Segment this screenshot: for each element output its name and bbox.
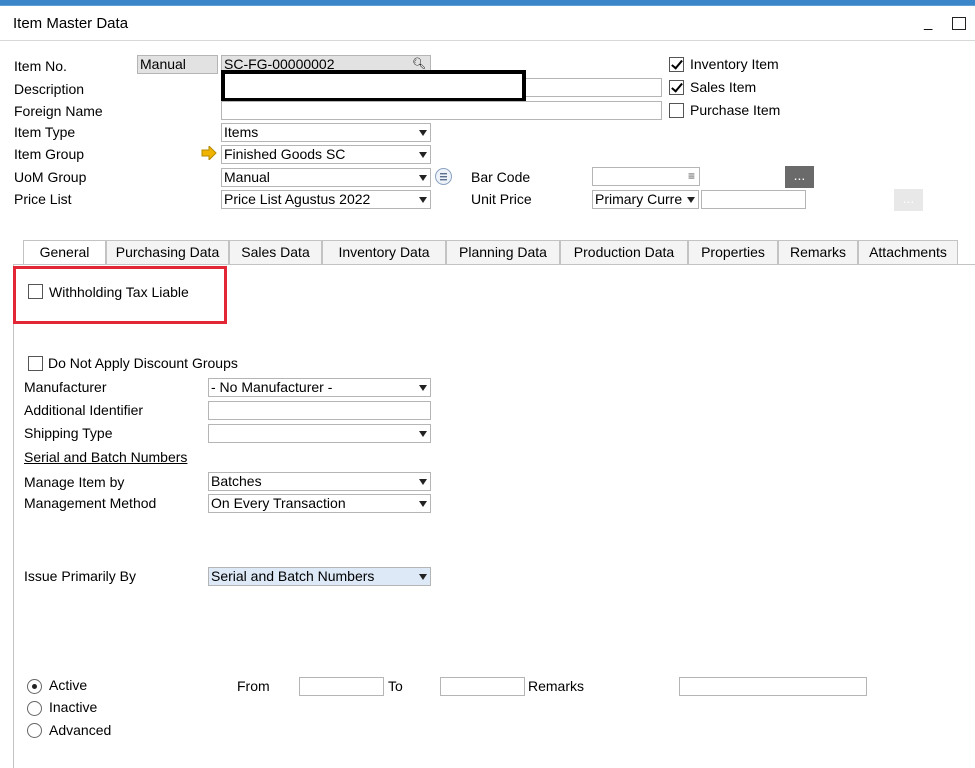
unit-price-label: Unit Price [471, 191, 532, 207]
minimize-icon[interactable]: _ [924, 14, 932, 31]
uom-details-icon[interactable] [435, 168, 452, 185]
unit-price-field[interactable] [701, 190, 806, 209]
list-icon[interactable]: ≡ [688, 168, 695, 185]
tab-attachments[interactable]: Attachments [858, 240, 958, 265]
item-group-value: Finished Goods SC [224, 146, 346, 162]
tab-production-data[interactable]: Production Data [560, 240, 688, 265]
redaction-box [221, 70, 526, 102]
chevron-down-icon [419, 197, 427, 203]
item-group-label: Item Group [14, 146, 85, 162]
management-method-label: Management Method [24, 495, 157, 511]
inventory-item-text: Inventory Item [690, 56, 779, 72]
management-method-select[interactable]: On Every Transaction [208, 494, 431, 513]
unit-price-more-button[interactable]: ... [894, 189, 923, 211]
from-date-field[interactable] [299, 677, 384, 696]
chevron-down-icon [419, 479, 427, 485]
chevron-down-icon [419, 130, 427, 136]
manage-item-by-select[interactable]: Batches [208, 472, 431, 491]
management-method-value: On Every Transaction [211, 495, 346, 511]
issue-primarily-by-select[interactable]: Serial and Batch Numbers [208, 567, 431, 586]
manage-item-by-label: Manage Item by [24, 474, 125, 490]
sales-item-label: Sales Item [690, 79, 756, 95]
currency-select[interactable]: Primary Curre [592, 190, 699, 209]
bar-code-label: Bar Code [471, 169, 531, 185]
link-arrow-icon[interactable] [201, 144, 217, 162]
status-active-radio[interactable] [27, 679, 42, 694]
title-bar [0, 6, 975, 40]
bar-code-field[interactable]: ≡ [592, 167, 700, 186]
remarks-field[interactable] [679, 677, 867, 696]
tab-remarks[interactable]: Remarks [778, 240, 858, 265]
uom-group-value: Manual [224, 169, 270, 185]
from-label: From [237, 678, 270, 694]
price-list-value: Price List Agustus 2022 [224, 191, 371, 207]
remarks-label: Remarks [528, 678, 585, 694]
do-not-apply-discount-checkbox[interactable] [28, 356, 43, 371]
do-not-apply-discount-label: Do Not Apply Discount Groups [48, 355, 238, 371]
chevron-down-icon [419, 385, 427, 391]
title-divider [0, 40, 975, 41]
shipping-type-label: Shipping Type [24, 425, 113, 441]
item-type-value: Items [224, 124, 259, 140]
sales-item-text: Sales Item [690, 79, 757, 95]
item-type-select[interactable]: Items [221, 123, 431, 142]
tab-properties[interactable]: Properties [688, 240, 778, 265]
foreign-name-field[interactable] [221, 101, 662, 120]
tab-sales-data[interactable]: Sales Data [229, 240, 322, 265]
chevron-down-icon [419, 175, 427, 181]
currency-value: Primary Curre [595, 191, 683, 207]
purchase-item-text: Purchase Item [690, 102, 781, 118]
manufacturer-select[interactable]: - No Manufacturer - [208, 378, 431, 397]
manufacturer-label: Manufacturer [24, 379, 107, 395]
issue-primarily-by-value: Serial and Batch Numbers [211, 568, 375, 584]
chevron-down-icon [687, 197, 695, 203]
tab-purchasing-data[interactable]: Purchasing Data [106, 240, 229, 265]
uom-group-select[interactable]: Manual [221, 168, 431, 187]
to-label: To [388, 678, 403, 694]
window-title: Item Master Data [13, 15, 129, 32]
chevron-down-icon [419, 152, 427, 158]
manufacturer-value: - No Manufacturer - [211, 379, 333, 395]
to-date-field[interactable] [440, 677, 525, 696]
status-inactive-radio[interactable] [27, 701, 42, 716]
purchase-item-checkbox[interactable] [669, 103, 684, 118]
status-inactive-label: Inactive [49, 699, 98, 715]
highlight-box [13, 266, 227, 324]
item-type-label: Item Type [14, 124, 76, 140]
bar-code-more-button[interactable]: ... [785, 166, 814, 188]
numbering-series-select[interactable]: Manual [137, 55, 218, 74]
chevron-down-icon [419, 501, 427, 507]
additional-identifier-field[interactable] [208, 401, 431, 420]
status-active-label: Active [49, 677, 88, 693]
item-no-label: Item No. [14, 58, 67, 74]
price-list-label: Price List [14, 191, 72, 207]
manage-item-by-value: Batches [211, 473, 262, 489]
purchase-item-label: Purchase Item [690, 102, 780, 118]
uom-group-label: UoM Group [14, 169, 87, 185]
maximize-icon[interactable] [952, 17, 966, 30]
chevron-down-icon [419, 431, 427, 437]
inventory-item-label: Inventory Item [690, 56, 779, 72]
issue-primarily-by-label: Issue Primarily By [24, 568, 137, 584]
serial-batch-heading: Serial and Batch Numbers [24, 449, 188, 465]
item-group-select[interactable]: Finished Goods SC [221, 145, 431, 164]
sales-item-checkbox[interactable] [669, 80, 684, 95]
tab-inventory-data[interactable]: Inventory Data [322, 240, 446, 265]
tab-planning-data[interactable]: Planning Data [446, 240, 560, 265]
shipping-type-select[interactable] [208, 424, 431, 443]
price-list-select[interactable]: Price List Agustus 2022 [221, 190, 431, 209]
tab-bar: General Purchasing Data Sales Data Inven… [23, 240, 958, 265]
chevron-down-icon [419, 574, 427, 580]
foreign-name-label: Foreign Name [14, 103, 103, 119]
inventory-item-checkbox[interactable] [669, 57, 684, 72]
status-advanced-radio[interactable] [27, 723, 42, 738]
additional-identifier-label: Additional Identifier [24, 402, 144, 418]
status-advanced-label: Advanced [49, 722, 112, 738]
description-label: Description [14, 81, 85, 97]
tab-general[interactable]: General [23, 240, 106, 265]
